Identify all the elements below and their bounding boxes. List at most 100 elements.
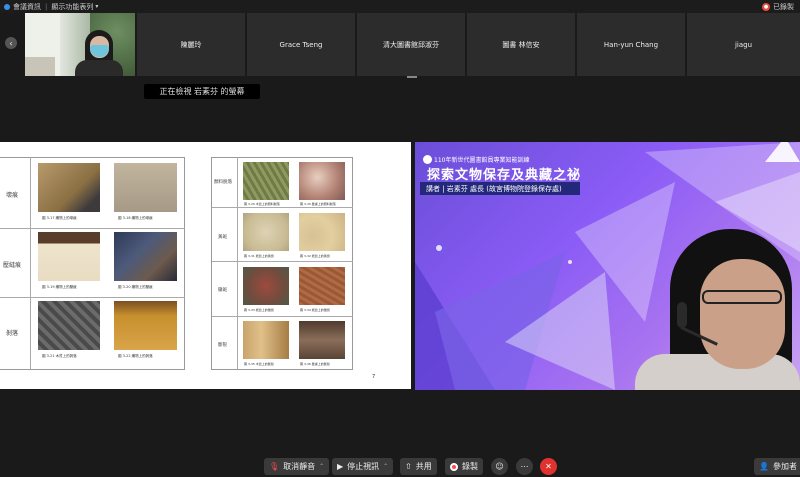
self-video-tile[interactable] bbox=[25, 13, 135, 76]
artifact-photo bbox=[299, 321, 345, 359]
previous-page-button[interactable]: ‹ bbox=[5, 37, 17, 49]
artifact-photo bbox=[243, 162, 289, 200]
stop-video-button[interactable]: ▶ 停止視訊 ⌃ bbox=[332, 458, 394, 475]
participants-label: 參加者 bbox=[772, 462, 797, 471]
headset-icon bbox=[677, 302, 687, 328]
table-row-divider bbox=[0, 228, 185, 229]
row-label: 剝落 bbox=[6, 330, 19, 337]
unmute-label: 取消靜音 bbox=[283, 462, 316, 471]
artifact-photo bbox=[38, 232, 100, 281]
close-icon: ✕ bbox=[545, 462, 552, 471]
presenter-video[interactable]: 110年新世代圖書館員專業知能訓練 探索文物保存及典藏之祕 講者 | 岩素芬 處… bbox=[415, 142, 800, 390]
artifact-photo bbox=[243, 321, 289, 359]
photo-caption: 圖 3-34 紙質上的黴斑 bbox=[300, 308, 330, 312]
viewing-screen-label: 正在檢視 岩素芬 的螢幕 bbox=[144, 84, 260, 99]
unmute-button[interactable]: 🎙 取消靜音 ⌃ bbox=[264, 458, 330, 475]
photo-caption: 圖 3-19 纖物上的壓痕 bbox=[42, 285, 77, 289]
background-sofa bbox=[25, 57, 55, 76]
artifact-photo bbox=[114, 232, 177, 281]
chevron-down-icon: ▾ bbox=[95, 3, 99, 10]
artifact-photo bbox=[299, 213, 345, 251]
participant-name: Han-yun Chang bbox=[603, 40, 659, 49]
record-button[interactable]: 錄製 bbox=[445, 458, 483, 475]
recording-indicator[interactable]: ● 已錄製 bbox=[762, 2, 794, 12]
slide-banner-text: 110年新世代圖書館員專業知能訓練 bbox=[434, 157, 530, 164]
artifact-photo bbox=[38, 301, 100, 350]
more-dots-icon: ⋯ bbox=[520, 462, 529, 471]
row-label: 顏料脫落 bbox=[214, 180, 232, 185]
artifact-photo bbox=[38, 163, 100, 212]
presenter-face bbox=[700, 259, 785, 369]
zoom-window: 會議資訊 | 顯示功能表列 ▾ ● 已錄製 ‹ 陳麗玲 Grace Tseng … bbox=[0, 0, 800, 477]
recording-label: 已錄製 bbox=[773, 3, 794, 11]
participant-tile[interactable]: 圖書 林信安 bbox=[467, 13, 575, 76]
table-column-divider bbox=[30, 157, 31, 370]
photo-caption: 圖 3-18 纖物上的壞痕 bbox=[118, 216, 153, 220]
participant-name: jiagu bbox=[734, 40, 753, 49]
end-meeting-button[interactable]: ✕ bbox=[540, 458, 557, 475]
photo-caption: 圖 3-30 壁畫上的顏料脫落 bbox=[300, 202, 336, 206]
record-icon bbox=[450, 462, 458, 471]
participant-name: 清大圖書館邱淑芬 bbox=[383, 40, 439, 49]
share-screen-icon: ⇧ bbox=[405, 462, 412, 471]
photo-caption: 圖 3-21 木質上的剝落 bbox=[42, 354, 77, 358]
participant-name: 圖書 林信安 bbox=[502, 40, 540, 49]
participant-tile[interactable]: Han-yun Chang bbox=[577, 13, 685, 76]
speaker-band: 講者 | 岩素芬 處長 (故宮博物院登錄保存處) bbox=[420, 182, 580, 195]
recording-icon: ● bbox=[762, 3, 770, 11]
photo-caption: 圖 3-31 紙質上的黃斑 bbox=[244, 254, 274, 258]
photo-caption: 圖 3-29 木質上的顏料脫落 bbox=[244, 202, 280, 206]
row-label: 壞痕 bbox=[6, 192, 19, 199]
participant-name: 陳麗玲 bbox=[180, 40, 202, 49]
photo-caption: 圖 3-33 紙質上的黴斑 bbox=[244, 308, 274, 312]
row-label: 壓縫痕 bbox=[3, 262, 22, 269]
photo-caption: 圖 3-22 纖物上的剝落 bbox=[118, 354, 153, 358]
meeting-toolbar: 🎙 取消靜音 ⌃ ▶ 停止視訊 ⌃ ⇧ 共用 錄製 ☺ ⋯ ✕ 👤 參加者 bbox=[0, 455, 800, 477]
smiley-icon: ☺ bbox=[495, 462, 504, 471]
top-bar: 會議資訊 | 顯示功能表列 ▾ ● 已錄製 bbox=[0, 0, 800, 13]
row-label: 黃斑 bbox=[218, 235, 227, 240]
table-column-divider bbox=[237, 157, 238, 370]
row-label: 黴斑 bbox=[218, 288, 227, 293]
strip-resize-handle[interactable] bbox=[407, 76, 417, 78]
more-options-button[interactable]: ⋯ bbox=[516, 458, 533, 475]
artifact-photo bbox=[243, 267, 289, 305]
photo-caption: 圖 3-20 纖物上的壓痕 bbox=[118, 285, 153, 289]
artifact-photo bbox=[299, 267, 345, 305]
divider: | bbox=[45, 2, 48, 11]
view-options-label: 顯示功能表列 bbox=[51, 2, 94, 11]
participant-tile[interactable]: 清大圖書館邱淑芬 bbox=[357, 13, 465, 76]
shared-screen-document: 壞痕 壓縫痕 剝落 圖 3-17 纖物上的壞痕 圖 3-18 纖物上的壞痕 圖 … bbox=[0, 142, 411, 389]
video-camera-icon: ▶ bbox=[337, 462, 344, 471]
stop-video-label: 停止視訊 bbox=[347, 462, 380, 471]
share-label: 共用 bbox=[415, 462, 432, 471]
record-label: 錄製 bbox=[462, 462, 478, 471]
chevron-up-icon[interactable]: ⌃ bbox=[383, 463, 388, 470]
participant-name: Grace Tseng bbox=[279, 40, 323, 49]
slide-title: 探索文物保存及典藏之祕 bbox=[427, 168, 582, 183]
photo-caption: 圖 3-32 紙質上的黃斑 bbox=[300, 254, 330, 258]
microphone-muted-icon: 🎙 bbox=[269, 462, 280, 471]
chevron-up-icon[interactable]: ⌃ bbox=[319, 463, 324, 470]
share-screen-button[interactable]: ⇧ 共用 bbox=[400, 458, 437, 475]
people-icon: 👤 bbox=[759, 462, 769, 471]
reactions-button[interactable]: ☺ bbox=[491, 458, 508, 475]
page-number: 7 bbox=[372, 374, 376, 380]
meeting-info-button[interactable]: 會議資訊 bbox=[4, 2, 41, 12]
participant-tile[interactable]: jiagu bbox=[687, 13, 800, 76]
artifact-photo bbox=[114, 301, 177, 350]
photo-caption: 圖 3-36 壁畫上的斷裂 bbox=[300, 362, 330, 366]
photo-caption: 圖 3-17 纖物上的壞痕 bbox=[42, 216, 77, 220]
artifact-photo bbox=[114, 163, 177, 212]
library-logo-icon bbox=[423, 155, 432, 164]
photo-caption: 圖 3-35 木質上的斷裂 bbox=[244, 362, 274, 366]
view-options-button[interactable]: 顯示功能表列 ▾ bbox=[51, 2, 98, 12]
table-row-divider bbox=[212, 316, 353, 317]
participant-tile[interactable]: Grace Tseng bbox=[247, 13, 355, 76]
row-label: 斷裂 bbox=[218, 343, 227, 348]
table-row-divider bbox=[0, 297, 185, 298]
info-icon bbox=[4, 3, 10, 10]
participant-tile[interactable]: 陳麗玲 bbox=[137, 13, 245, 76]
artifact-photo bbox=[299, 162, 345, 200]
participants-button[interactable]: 👤 參加者 bbox=[754, 458, 800, 475]
